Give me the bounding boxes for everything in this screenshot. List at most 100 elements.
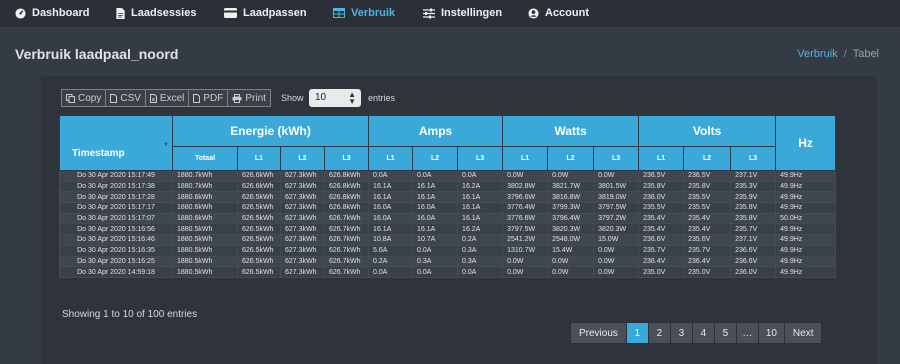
header-volts-l2[interactable]: L2 [683,146,732,171]
table-cell: 1310.7W [502,244,549,257]
previous-button[interactable]: Previous [570,322,627,344]
table-cell: 627.3kWh [280,244,325,257]
page-size-select[interactable]: 10 ▲ ▼ [309,89,361,107]
table-cell: 0.0W [547,255,595,268]
table-cell: 626.6kWh [237,170,281,182]
table-row: Do 30 Apr 2020 15:17:17 1880.6kWh 626.5kWh… [59,202,837,214]
pdf-button[interactable]: PDF [188,89,229,107]
table-row: Do 30 Apr 2020 15:17:38 1880.7kWh 626.6kWh… [59,180,837,193]
nav-label: Laadsessies [131,7,197,19]
show-label: Show [281,93,304,103]
table-cell: 3801.5W [593,180,640,193]
copy-icon [66,93,75,103]
nav-item-laadsessies[interactable]: Laadsessies [116,5,196,21]
cell-timestamp: Do 30 Apr 2020 15:17:17 [59,202,173,214]
header-volts: Volts [638,115,777,147]
table-cell: 49.9Hz [775,244,837,257]
table-cell: 3797.5W [593,202,640,214]
table-cell: 627.3kWh [280,191,325,204]
header-energie-l1[interactable]: L1 [237,146,281,171]
breadcrumb-link-verbruik[interactable]: Verbruik [797,48,837,60]
csv-button[interactable]: CSV [105,89,146,107]
excel-button[interactable]: Excel [144,89,190,107]
page-button[interactable]: 4 [691,322,715,344]
page-button[interactable]: 3 [669,322,693,344]
table-cell: 3802.8W [502,180,549,193]
breadcrumb-current: Tabel [852,48,879,60]
page-button[interactable]: 10 [757,322,785,344]
table-cell: 1880.5kWh [172,234,238,246]
table-cell: 1880.6kWh [172,191,238,204]
table-cell: 16.1A [457,202,504,214]
table-cell: 1880.6kWh [172,202,238,214]
print-button[interactable]: Print [227,89,271,107]
table-row: Do 30 Apr 2020 15:16:46 1880.5kWh 626.5kWh… [59,234,837,246]
file-pdf-icon [193,93,201,103]
table-cell: 235.6V [683,234,732,246]
table-cell: 0.0A [457,266,504,278]
nav-item-laadpassen[interactable]: Laadpassen [224,5,307,21]
table-cell: 16.1A [368,223,414,236]
table-cell: 16.1A [457,212,504,225]
header-watts-l3[interactable]: L3 [593,146,640,171]
table-cell: 236.4V [683,255,732,268]
table-cell: 0.0W [593,255,640,268]
table-cell: 49.9Hz [775,170,837,182]
table-cell: 15.4W [547,244,595,257]
header-volts-l3[interactable]: L3 [730,146,777,171]
nav-item-verbruik[interactable]: Verbruik [333,5,395,21]
header-hz[interactable]: Hz [775,115,837,171]
table-cell: 49.9Hz [775,255,837,268]
header-energie: Energie (kWh) [171,115,370,147]
table-cell: 10.7A [412,234,459,246]
header-watts-l2[interactable]: L2 [547,146,595,171]
table-cell: 3796.6W [502,191,549,204]
table-cell: 3799.3W [547,202,595,214]
table-cell: 3797.5W [502,223,549,236]
table-cell: 236.6V [638,234,685,246]
header-amps-l1[interactable]: L1 [368,146,414,171]
copy-button[interactable]: Copy [61,89,107,107]
file-excel-icon [149,93,157,103]
nav-label: Verbruik [351,7,396,19]
table-cell: 235.4V [683,212,732,225]
header-energie-l3[interactable]: L3 [323,146,370,171]
header-amps-l2[interactable]: L2 [412,146,459,171]
table-cell: 236.5V [683,170,732,182]
page-button[interactable]: 1 [625,322,649,344]
table-cell: 3820.3W [593,223,640,236]
header-energie-l2[interactable]: L2 [280,146,325,171]
table-row: Do 30 Apr 2020 15:16:56 1880.5kWh 626.5kWh… [59,223,837,236]
page-button[interactable]: 5 [713,322,737,344]
table-cell: 1880.7kWh [172,170,238,182]
nav-item-account[interactable]: Account [528,5,589,21]
header-amps-l3[interactable]: L3 [457,146,504,171]
table-cell: 2541.2W [502,234,549,246]
table-cell: 0.0A [412,170,459,182]
nav-item-instellingen[interactable]: Instellingen [423,5,502,21]
table-cell: 626.5kWh [237,202,281,214]
file-icon [116,7,125,19]
header-volts-l1[interactable]: L1 [638,146,685,171]
table-cell: 49.9Hz [775,266,837,278]
table-cell: 3821.7W [547,180,595,193]
cell-timestamp: Do 30 Apr 2020 15:16:35 [59,244,173,257]
table-cell: 16.1A [368,191,414,204]
table-cell: 49.9Hz [775,234,837,246]
header-timestamp[interactable]: Timestamp ▼ [59,115,173,171]
table-cell: 626.5kWh [237,255,281,268]
nav-item-dashboard[interactable]: Dashboard [15,5,89,21]
table-row: Do 30 Apr 2020 14:59:18 1880.5kWh 626.5kWh… [59,266,837,278]
header-totaal[interactable]: Totaal [172,146,238,171]
table-cell: 626.5kWh [237,234,281,246]
cell-timestamp: Do 30 Apr 2020 15:17:49 [59,170,173,182]
print-icon [232,93,242,103]
updown-icon: ▲ ▼ [348,90,356,106]
table-cell: 626.7kWh [323,244,370,257]
next-button[interactable]: Next [783,322,823,344]
page-button[interactable]: 2 [647,322,671,344]
cell-timestamp: Do 30 Apr 2020 15:16:25 [59,255,173,268]
table-cell: 0.0W [547,170,595,182]
header-watts-l1[interactable]: L1 [502,146,549,171]
table-cell: 626.5kWh [237,244,281,257]
